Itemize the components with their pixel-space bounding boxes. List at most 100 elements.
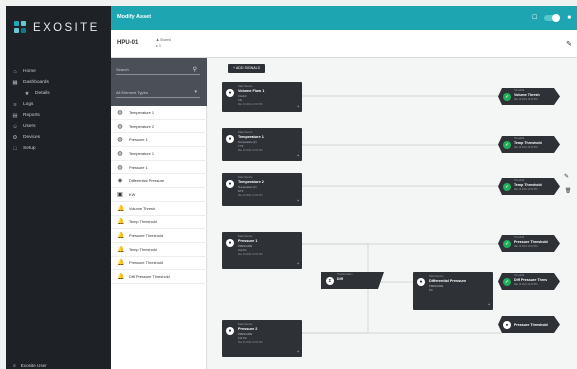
source-node-circle-icon: ● (226, 327, 234, 335)
user-icon: ☺ (12, 363, 17, 368)
threshold-rule-node[interactable]: ✓ Threshold Diff Pressure Thres Mar 10 2… (498, 273, 560, 290)
user-name: Exosite User (20, 363, 47, 368)
node-menu-icon[interactable]: ▪ (297, 153, 299, 159)
calculated-source-node[interactable]: ● Data Source Differential Pressure PRES… (413, 272, 493, 310)
data-source-node[interactable]: ● Data Source Pressure 1 PRESSURE 111 Ps… (222, 232, 302, 269)
element-type-item[interactable]: 🔔 Pressure Threshold (111, 257, 207, 271)
check-status-icon: ✓ (503, 92, 511, 101)
source-unit: Control (238, 95, 247, 98)
asset-name: HPU-01 (117, 40, 139, 46)
source-timestamp: Mar 10 2021 12:00 PM (238, 194, 263, 197)
element-type-item[interactable]: 🔔 Volume Thresh (111, 202, 207, 216)
data-source-node[interactable]: ● Data Source Volume Flow 1 Control Cfs … (222, 82, 302, 112)
calc-title: Differential Pressure (429, 279, 467, 283)
element-type-item[interactable]: ◈ Differential Pressure (111, 174, 207, 189)
element-type-label: Temperature 2 (129, 123, 155, 129)
sidebar-item-logs[interactable]: ≡ Logs (6, 99, 111, 110)
threshold-rule-node[interactable]: ● Pressure Threshold (498, 316, 560, 333)
source-timestamp: Mar 10 2021 12:00 PM (238, 149, 263, 152)
element-type-item[interactable]: ◍ Pressure 1 (111, 133, 207, 148)
edit-node-pencil-icon[interactable]: ✎ (564, 173, 569, 180)
source-value: 77°F (238, 145, 244, 148)
rule-kind: Threshold (514, 275, 525, 278)
source-node-circle-icon: ● (226, 180, 234, 188)
search-input[interactable]: Search ⚲ (116, 65, 200, 75)
threshold-rule-node[interactable]: ✓ Threshold Pressure Threshold Mar 10 20… (498, 235, 560, 252)
rule-kind: Threshold (514, 138, 525, 141)
sidebar-item-label: Dashboards (23, 80, 49, 85)
element-type-label: Temp Threshold (129, 246, 157, 252)
data-source-node[interactable]: ● Data Source Temperature 2 Temperature … (222, 173, 302, 206)
check-status-icon: ✓ (503, 277, 511, 286)
bell-icon: 🔔 (117, 233, 125, 240)
node-menu-icon[interactable]: ▪ (488, 302, 490, 308)
source-node-circle-icon: ● (226, 135, 234, 143)
sidebar-item-details[interactable]: ★ Details (6, 88, 111, 99)
rule-timestamp: Mar 10 2021 12:00 PM (514, 188, 538, 191)
panel-filter-area: Search ⚲ All Element Types ▾ (111, 58, 207, 106)
element-type-item[interactable]: 🔔 Pressure Threshold (111, 229, 207, 243)
threshold-rule-node[interactable]: ✓ Threshold Temp Threshold Mar 10 2021 1… (498, 178, 560, 195)
rule-title: Pressure Threshold (514, 240, 548, 245)
threshold-rule-node[interactable]: ✓ Threshold Volume Thresh Mar 10 2021 12… (498, 88, 560, 105)
node-menu-icon[interactable]: ▪ (297, 198, 299, 204)
devices-icon: ⚙ (12, 134, 18, 141)
edit-asset-pencil-icon[interactable]: ✎ (566, 40, 572, 48)
transform-node[interactable]: Σ Transformation Diff (321, 272, 384, 289)
element-type-panel: Search ⚲ All Element Types ▾ ◍ Temperatur… (111, 58, 207, 369)
sidebar-item-home[interactable]: ⌂ Home (6, 66, 111, 77)
reports-icon: ▤ (12, 112, 18, 119)
device-icon: ♦ (156, 44, 158, 48)
element-type-label: Temperature 1 (129, 150, 155, 156)
rule-kind: Threshold (514, 237, 525, 240)
bell-icon: 🔔 (117, 205, 125, 212)
element-type-select[interactable]: All Element Types ▾ (116, 88, 200, 98)
check-status-icon: ✓ (503, 140, 511, 149)
element-type-label: Temp Threshold (129, 219, 157, 225)
sidebar-item-reports[interactable]: ▤ Reports (6, 110, 111, 121)
element-type-label: Differential Pressure (129, 178, 165, 184)
brand-logo[interactable]: EXOSITE (14, 16, 100, 40)
gauge-icon: ◍ (117, 137, 123, 144)
element-type-label: Pressure Threshold (129, 233, 163, 239)
source-kind: Data Source (238, 176, 253, 179)
sidebar-nav: EXOSITE ⌂ Home ▦ Dashboards ★ Details ≡ Logs ▤ Re… (6, 6, 111, 369)
check-status-icon: ✓ (503, 182, 511, 191)
element-type-item[interactable]: ◍ Temperature 1 (111, 106, 207, 120)
sidebar-item-label: Setup (23, 146, 36, 151)
user-footer[interactable]: ☺ Exosite User (12, 363, 47, 368)
element-type-select-value: All Element Types (116, 90, 148, 95)
element-type-item[interactable]: ◍ Temperature 2 (111, 120, 207, 134)
sidebar-item-setup[interactable]: □ Setup (6, 143, 111, 154)
sidebar-item-dashboards[interactable]: ▦ Dashboards (6, 77, 111, 88)
element-type-item[interactable]: ◍ Pressure 1 (111, 161, 207, 175)
main-area: Modify Asset ☐ ■ HPU-01 ♟ Shared ♦ 3 ✎ S… (111, 6, 577, 369)
element-type-item[interactable]: ▣ KW (111, 188, 207, 202)
live-toggle[interactable] (544, 13, 561, 22)
element-type-label: Diff Pressure Threshold (129, 274, 170, 280)
star-icon: ★ (24, 90, 30, 97)
element-type-item[interactable]: ◍ Temperature 1 (111, 147, 207, 161)
data-source-node[interactable]: ● Data Source Temperature 1 Temperature … (222, 128, 302, 161)
node-menu-icon[interactable]: ▪ (297, 261, 299, 267)
dashboard-icon: ▦ (12, 79, 18, 86)
view-toggle-icon[interactable]: ☐ (532, 14, 537, 21)
element-type-item[interactable]: 🔔 Temp Threshold (111, 243, 207, 257)
node-menu-icon[interactable]: ▪ (297, 104, 299, 110)
delete-node-trash-icon[interactable]: 🗑 (565, 188, 571, 194)
transform-title: Diff (337, 277, 343, 282)
source-unit: Temperature (F) (238, 141, 257, 144)
rule-timestamp: Mar 10 2021 12:00 PM (514, 245, 538, 248)
share-icon: ♟ (156, 38, 160, 42)
menu-icon[interactable]: ■ (567, 15, 571, 21)
element-type-item[interactable]: 🔔 Diff Pressure Threshold (111, 270, 207, 284)
source-kind: Data Source (238, 323, 253, 326)
calc-line4: Psi (429, 289, 433, 292)
sidebar-item-users[interactable]: ☺ Users (6, 121, 111, 132)
element-type-label: Pressure 1 (129, 137, 148, 143)
data-source-node[interactable]: ● Data Source Pressure 2 PRESSURE 121 Ps… (222, 320, 302, 357)
sidebar-item-devices[interactable]: ⚙ Devices (6, 132, 111, 143)
threshold-rule-node[interactable]: ✓ Threshold Temp Threshold Mar 10 2021 1… (498, 136, 560, 153)
element-type-item[interactable]: 🔔 Temp Threshold (111, 216, 207, 230)
node-menu-icon[interactable]: ▪ (297, 349, 299, 355)
